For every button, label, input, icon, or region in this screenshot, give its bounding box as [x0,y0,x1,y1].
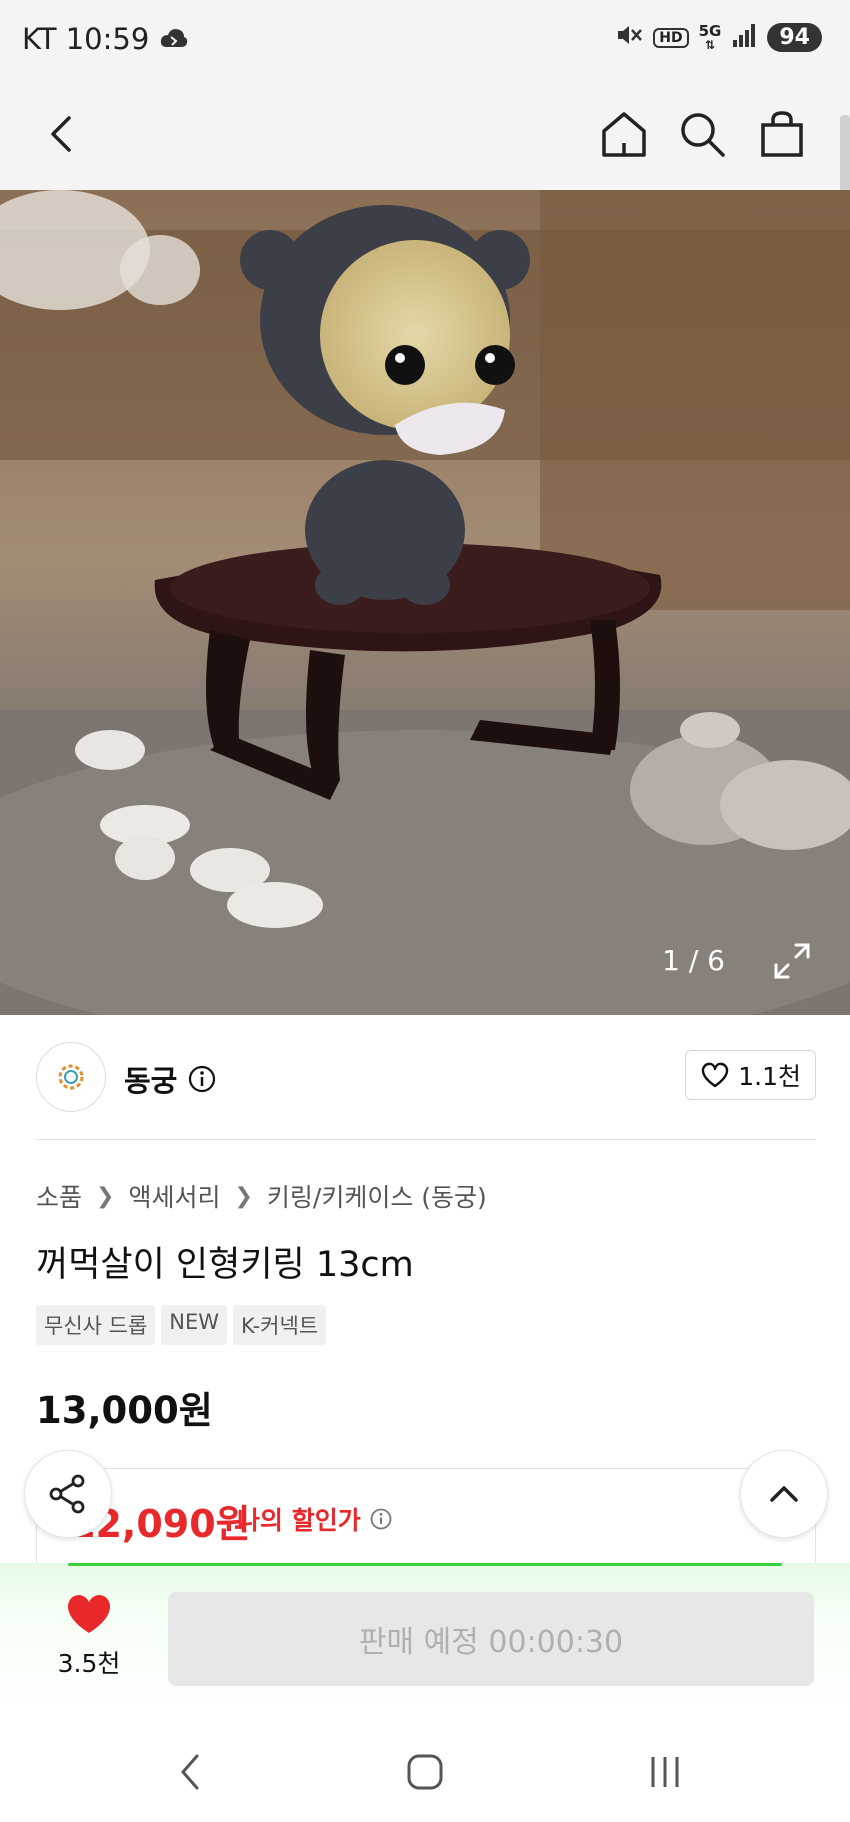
product-image-gallery[interactable]: 1 / 6 [0,190,850,1015]
top-nav [0,80,850,190]
shopping-bag-icon [761,111,803,157]
green-indicator-bar [68,1563,782,1566]
info-icon[interactable] [369,1507,393,1531]
discount-label-group: 나의 할인가 [237,1501,393,1537]
product-image [0,190,850,1015]
brand-row: 동궁 1.1천 [36,1042,816,1114]
mute-icon [615,22,643,53]
image-counter: 1 / 6 [662,944,725,977]
chevron-right-icon: ❯ [234,1183,253,1209]
brand-like-button[interactable]: 1.1천 [685,1050,816,1100]
system-recents-button[interactable] [630,1742,700,1802]
divider [36,1139,816,1140]
home-icon [602,112,646,157]
system-nav-bar [0,1722,850,1822]
heart-filled-icon [67,1595,111,1633]
favorite-button[interactable]: 3.5천 [52,1592,126,1680]
breadcrumb-item[interactable]: 키링/키케이스 (동궁) [267,1178,487,1214]
status-bar: KT 10:59 HD 5G ⇅ 94 [0,0,850,80]
cart-button[interactable] [750,102,814,166]
share-icon [49,1474,85,1514]
heart-outline-icon [702,1062,729,1088]
tag: 무신사 드롭 [36,1305,156,1345]
back-icon [51,116,71,152]
status-left: KT 10:59 [22,22,189,56]
signal-icon [731,22,757,53]
brand-logo[interactable] [36,1042,106,1112]
product-tags: 무신사 드롭 NEW K-커넥트 [36,1305,327,1345]
breadcrumb-item[interactable]: 소품 [36,1178,82,1214]
chevron-up-icon [770,1486,798,1502]
system-home-button[interactable] [390,1742,460,1802]
carrier-time: KT 10:59 [22,22,150,56]
status-right: HD 5G ⇅ 94 [615,22,822,53]
brand-logo-mark [58,1064,84,1090]
share-button[interactable] [24,1450,112,1538]
back-icon [181,1754,199,1790]
cloud-icon [159,22,189,56]
battery-icon: 94 [767,23,822,52]
product-title: 꺼먹살이 인형키링 13cm [36,1245,414,1285]
discount-label: 나의 할인가 [237,1506,361,1535]
breadcrumb-item[interactable]: 액세서리 [128,1178,220,1214]
breadcrumb: 소품 ❯ 액세서리 ❯ 키링/키케이스 (동궁) [36,1178,487,1214]
chevron-right-icon: ❯ [96,1183,115,1209]
system-back-button[interactable] [155,1742,225,1802]
updown-arrows: ⇅ [704,37,716,52]
tag: NEW [161,1305,228,1345]
brand-name-link[interactable]: 동궁 [124,1058,217,1100]
home-rounded-square-icon [407,1754,443,1790]
brand-name: 동궁 [124,1064,178,1098]
tag: K-커넥트 [233,1305,327,1345]
search-icon [681,113,725,157]
back-button[interactable] [30,102,94,166]
scroll-top-button[interactable] [740,1450,828,1538]
product-price: 13,000원 [36,1389,213,1432]
hd-icon: HD [653,27,689,48]
brand-like-count: 1.1천 [738,1062,801,1091]
recents-icon [651,1757,679,1787]
favorite-count: 3.5천 [57,1649,121,1678]
network-label: 5G [698,21,722,40]
home-button[interactable] [592,102,656,166]
expand-button[interactable] [772,941,812,981]
buy-button[interactable]: 판매 예정 00:00:30 [168,1592,814,1686]
5g-icon: 5G ⇅ [698,21,722,52]
info-icon [189,1065,216,1093]
search-button[interactable] [670,102,734,166]
expand-icon [774,943,810,979]
